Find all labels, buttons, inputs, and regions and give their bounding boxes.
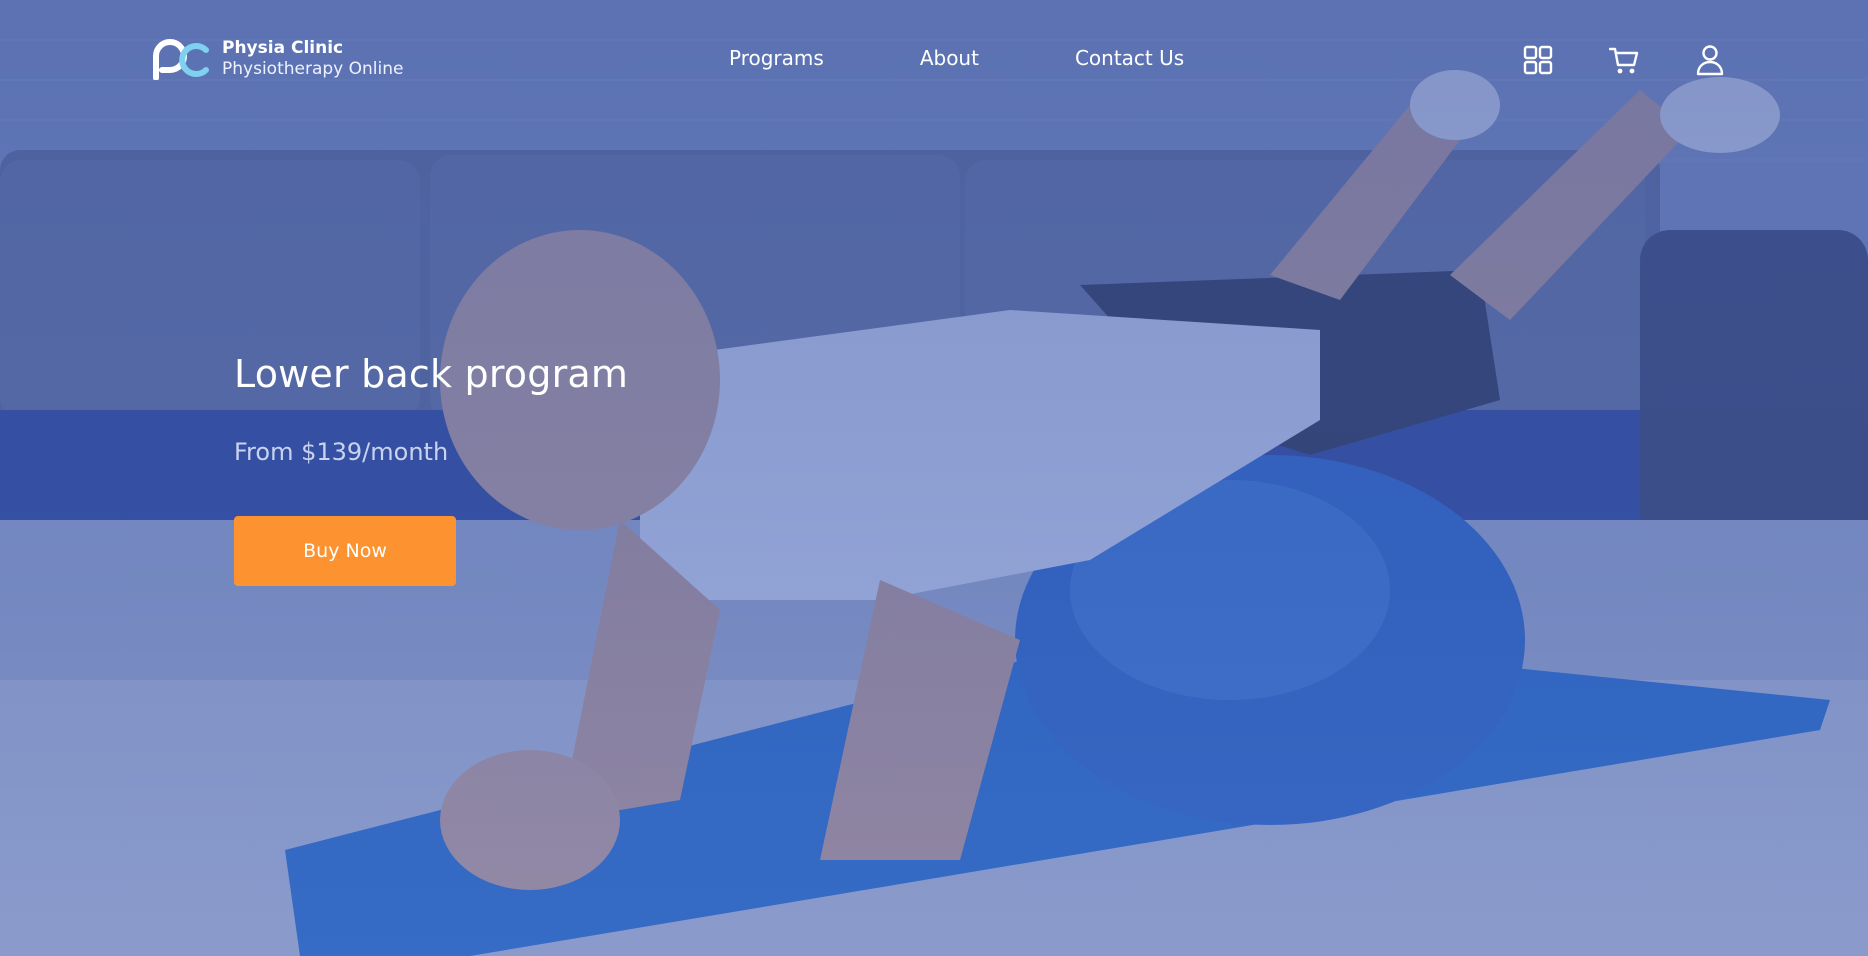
hero-title: Lower back program bbox=[234, 352, 629, 396]
brand-name: Physia Clinic bbox=[222, 38, 344, 58]
pc-logo-icon bbox=[153, 39, 209, 81]
nav-contact-link[interactable]: Contact Us bbox=[1075, 46, 1184, 70]
nav-about-link[interactable]: About bbox=[920, 46, 979, 70]
buy-now-button[interactable]: Buy Now bbox=[234, 516, 456, 586]
nav-programs-link[interactable]: Programs bbox=[729, 46, 824, 70]
hero-section: Physia Clinic Physiotherapy Online Progr… bbox=[0, 0, 1868, 956]
brand-logo-link[interactable]: Physia Clinic Physiotherapy Online bbox=[150, 38, 403, 81]
hero-content: Lower back program From $139/month Buy N… bbox=[234, 352, 628, 586]
nav-icon-group bbox=[1523, 44, 1725, 76]
brand-text: Physia Clinic Physiotherapy Online bbox=[222, 38, 403, 81]
top-navigation: Physia Clinic Physiotherapy Online Progr… bbox=[0, 0, 1868, 120]
main-menu: Programs About Contact Us bbox=[729, 46, 1184, 70]
user-icon[interactable] bbox=[1695, 44, 1725, 76]
grid-icon[interactable] bbox=[1523, 44, 1553, 76]
hero-price: From $139/month bbox=[234, 438, 449, 466]
cart-icon[interactable] bbox=[1609, 44, 1639, 76]
brand-tagline: Physiotherapy Online bbox=[222, 59, 404, 80]
